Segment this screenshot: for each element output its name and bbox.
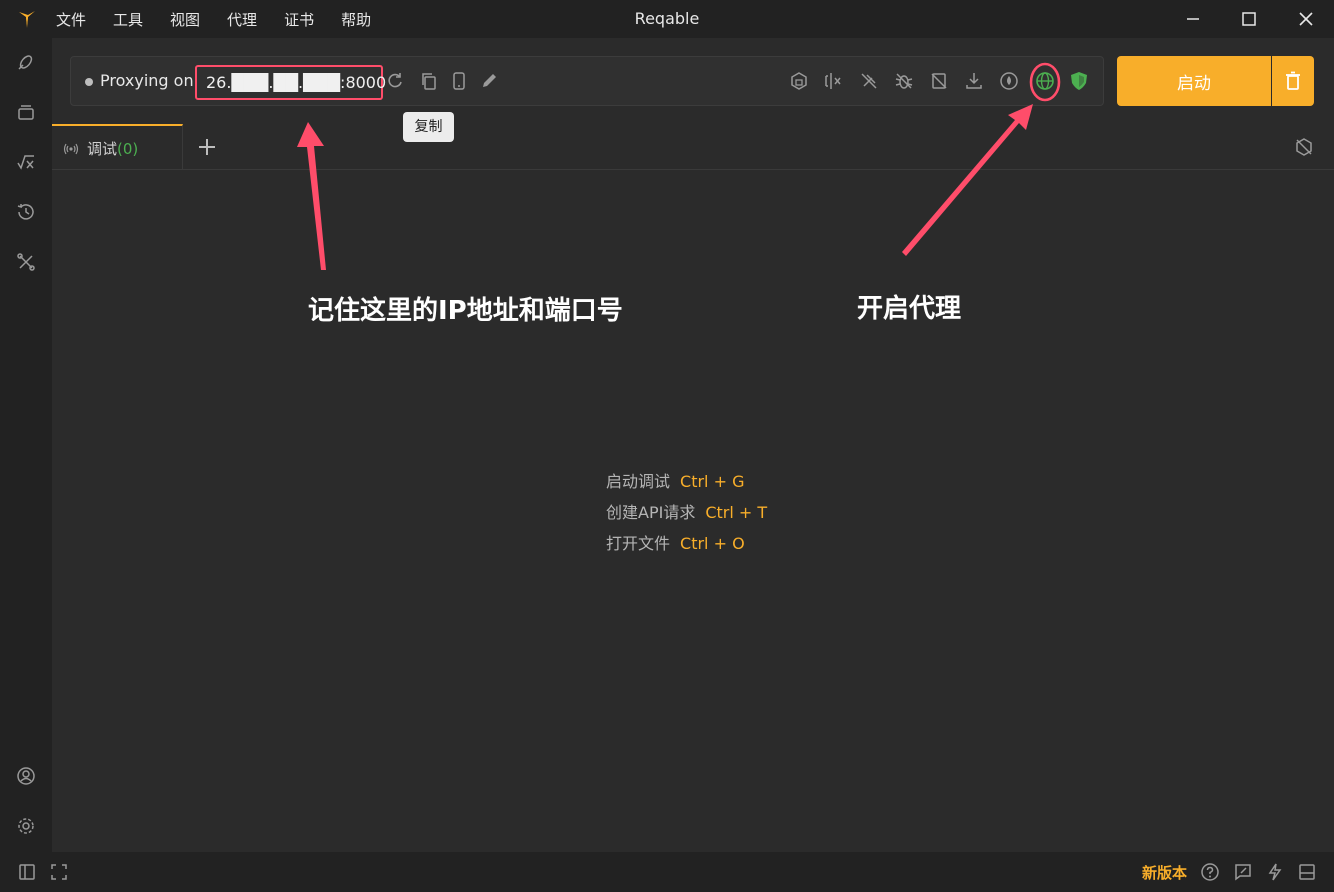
feedback-icon[interactable] <box>1233 862 1253 882</box>
help-question-icon[interactable] <box>1200 862 1220 882</box>
annotation-proxy-note: 开启代理 <box>857 294 962 324</box>
new-version-link[interactable]: 新版本 <box>1142 862 1187 883</box>
fullscreen-icon[interactable] <box>49 862 69 882</box>
panel-layout-icon[interactable] <box>1297 862 1317 882</box>
sidebar-toggle-icon[interactable] <box>17 862 37 882</box>
lightning-icon[interactable] <box>1265 862 1285 882</box>
status-bar: 新版本 <box>0 852 1334 892</box>
annotation-ip-note: 记住这里的IP地址和端口号 <box>308 296 623 326</box>
annotation-arrows <box>297 104 1033 270</box>
